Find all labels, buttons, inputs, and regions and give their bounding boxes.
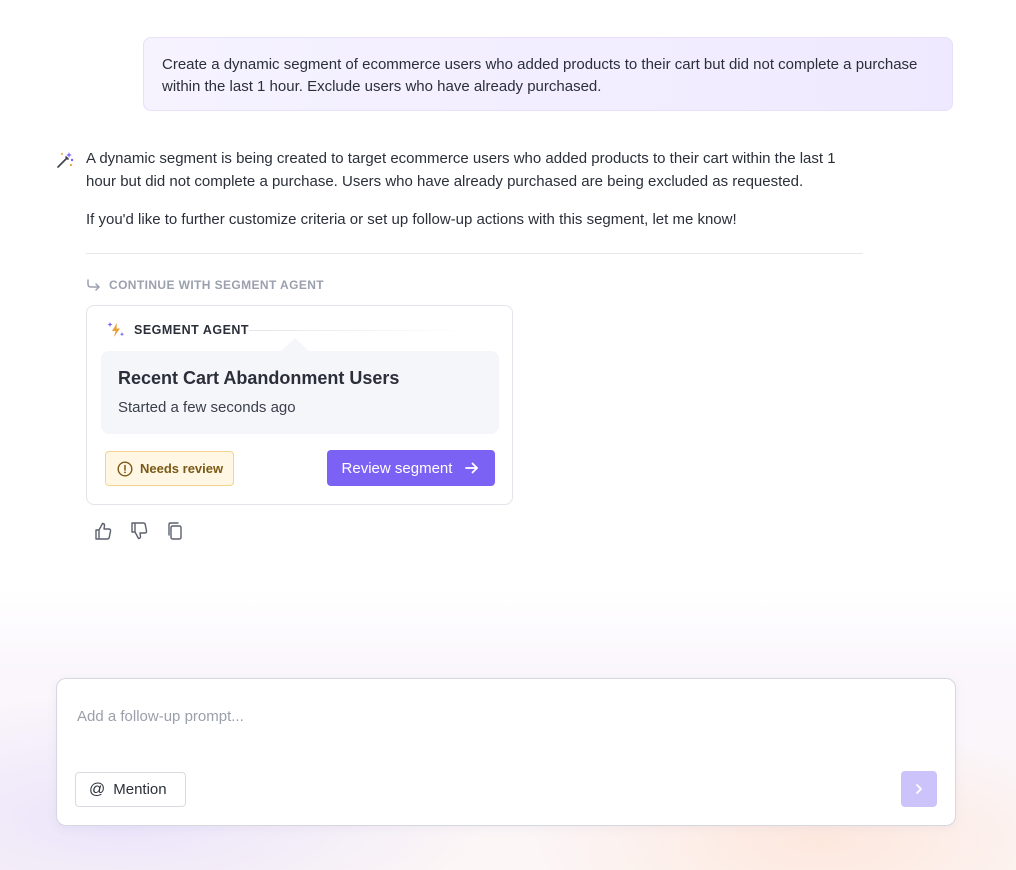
follow-up-prompt-input[interactable]	[77, 705, 937, 727]
badge-label: Needs review	[140, 461, 224, 476]
mention-label: Mention	[113, 781, 167, 798]
continue-with-agent-label: CONTINUE WITH SEGMENT AGENT	[86, 276, 324, 294]
sparkle-bolt-icon	[107, 322, 125, 337]
return-arrow-icon	[87, 279, 100, 291]
segment-agent-card: SEGMENT AGENT Recent Cart Abandonment Us…	[86, 305, 513, 505]
copy-icon[interactable]	[165, 521, 185, 541]
feedback-actions	[93, 521, 185, 541]
agent-card-title: SEGMENT AGENT	[134, 323, 250, 337]
review-button-label: Review segment	[341, 459, 453, 477]
send-button[interactable]	[901, 771, 937, 807]
header-rule	[249, 330, 469, 331]
segment-summary: Recent Cart Abandonment Users Started a …	[101, 351, 499, 434]
mention-button[interactable]: @ Mention	[75, 772, 186, 807]
pointer-notch	[280, 338, 310, 352]
magic-wand-icon	[57, 152, 74, 168]
continue-label: CONTINUE WITH SEGMENT AGENT	[109, 278, 325, 292]
agent-card-header: SEGMENT AGENT	[106, 320, 249, 340]
arrow-right-icon	[465, 462, 479, 474]
follow-up-composer: @ Mention	[56, 678, 956, 826]
user-message: Create a dynamic segment of ecommerce us…	[143, 37, 953, 111]
review-segment-button[interactable]: Review segment	[327, 450, 495, 486]
needs-review-badge: Needs review	[105, 451, 234, 486]
assistant-paragraph-1: A dynamic segment is being created to ta…	[86, 150, 836, 190]
thumbs-up-icon[interactable]	[93, 521, 113, 541]
assistant-paragraph-2: If you'd like to further customize crite…	[86, 211, 737, 228]
thumbs-down-icon[interactable]	[129, 521, 149, 541]
at-sign-icon: @	[89, 780, 106, 798]
segment-title: Recent Cart Abandonment Users	[118, 368, 400, 388]
segment-status: Started a few seconds ago	[118, 399, 296, 416]
chevron-right-icon	[916, 784, 922, 794]
info-circle-icon	[117, 460, 133, 477]
divider	[86, 253, 863, 254]
assistant-message: A dynamic segment is being created to ta…	[86, 147, 866, 231]
